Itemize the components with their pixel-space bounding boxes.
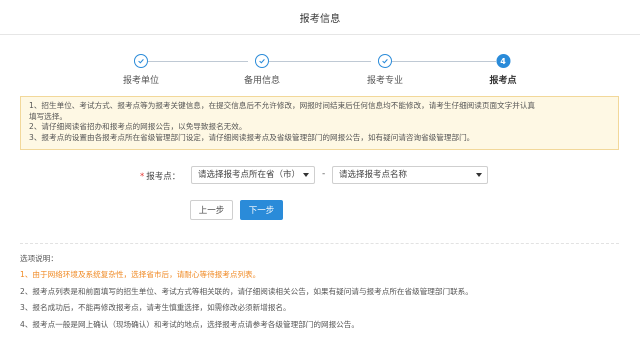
step-item-active: 4 报考点 xyxy=(489,54,517,86)
notice-line: 填写选择。 xyxy=(29,111,67,121)
page: 报考信息 报考单位 备用信息 报考专业 4 报考点 1、招生单位、考试方式、报考… xyxy=(0,0,640,364)
step-item: 报考单位 xyxy=(123,54,159,86)
exam-site-form-row: * 报考点： 请选择报考点所在省（市） - 请选择报考点名称 xyxy=(0,166,640,186)
step-connector xyxy=(269,61,371,62)
instructions: 选项说明： 1、由于网络环境及系统复杂性，选择省市后，请耐心等待报考点列表。 2… xyxy=(20,251,620,333)
notice-line: 1、招生单位、考试方式、报考点等为报考关键信息，在提交信息后不允许修改，网报时间… xyxy=(29,101,536,110)
step-connector xyxy=(392,61,496,62)
notice-box: 1、招生单位、考试方式、报考点等为报考关键信息，在提交信息后不允许修改，网报时间… xyxy=(20,96,619,150)
chevron-down-icon xyxy=(476,173,482,177)
exam-site-label: * 报考点： xyxy=(140,170,180,182)
select-separator: - xyxy=(322,169,326,179)
step-progress: 报考单位 备用信息 报考专业 4 报考点 xyxy=(0,34,640,90)
step-label: 备用信息 xyxy=(243,76,281,86)
step-label: 报考专业 xyxy=(366,76,404,86)
prev-step-button[interactable]: 上一步 xyxy=(190,200,233,220)
page-title: 报考信息 xyxy=(299,13,341,25)
instruction-item: 3、报名成功后，不能再修改报考点，请考生慎重选择，如需修改必须新增报名。 xyxy=(20,303,291,312)
step-item: 备用信息 xyxy=(244,54,280,86)
required-mark: * xyxy=(140,172,145,182)
notice-line: 3、报考点的设置由各报考点所在省级管理部门设定，请仔细阅读报考点及省级管理部门的… xyxy=(29,132,475,142)
step-label: 报考单位 xyxy=(122,76,160,86)
instructions-title: 选项说明： xyxy=(20,254,58,263)
page-header: 报考信息 xyxy=(0,0,640,35)
divider xyxy=(20,243,619,244)
instruction-item: 1、由于网络环境及系统复杂性，选择省市后，请耐心等待报考点列表。 xyxy=(20,270,261,279)
step-connector xyxy=(148,61,248,62)
step-label: 报考点 xyxy=(489,76,517,86)
next-step-button[interactable]: 下一步 xyxy=(240,200,283,220)
step-item: 报考专业 xyxy=(367,54,403,86)
province-select[interactable]: 请选择报考点所在省（市） xyxy=(191,166,315,184)
instruction-item: 2、报考点列表是和前面填写的招生单位、考试方式等相关联的，请仔细阅读相关公告，如… xyxy=(20,286,473,296)
chevron-down-icon xyxy=(303,173,309,177)
exam-site-select-value: 请选择报考点名称 xyxy=(339,170,408,180)
check-icon xyxy=(254,54,269,68)
exam-site-select[interactable]: 请选择报考点名称 xyxy=(332,166,488,184)
province-select-value: 请选择报考点所在省（市） xyxy=(198,170,301,180)
step-number: 4 xyxy=(495,54,510,68)
check-icon xyxy=(133,54,148,68)
exam-site-label-text: 报考点： xyxy=(146,172,181,182)
notice-line: 2、请仔细阅读省招办和报考点的网报公告，以免导致报名无效。 xyxy=(29,122,247,132)
instruction-item: 4、报考点一般是网上确认（现场确认）和考试的地点，选择报考点请参考各级管理部门的… xyxy=(20,319,359,329)
check-icon xyxy=(377,54,392,68)
